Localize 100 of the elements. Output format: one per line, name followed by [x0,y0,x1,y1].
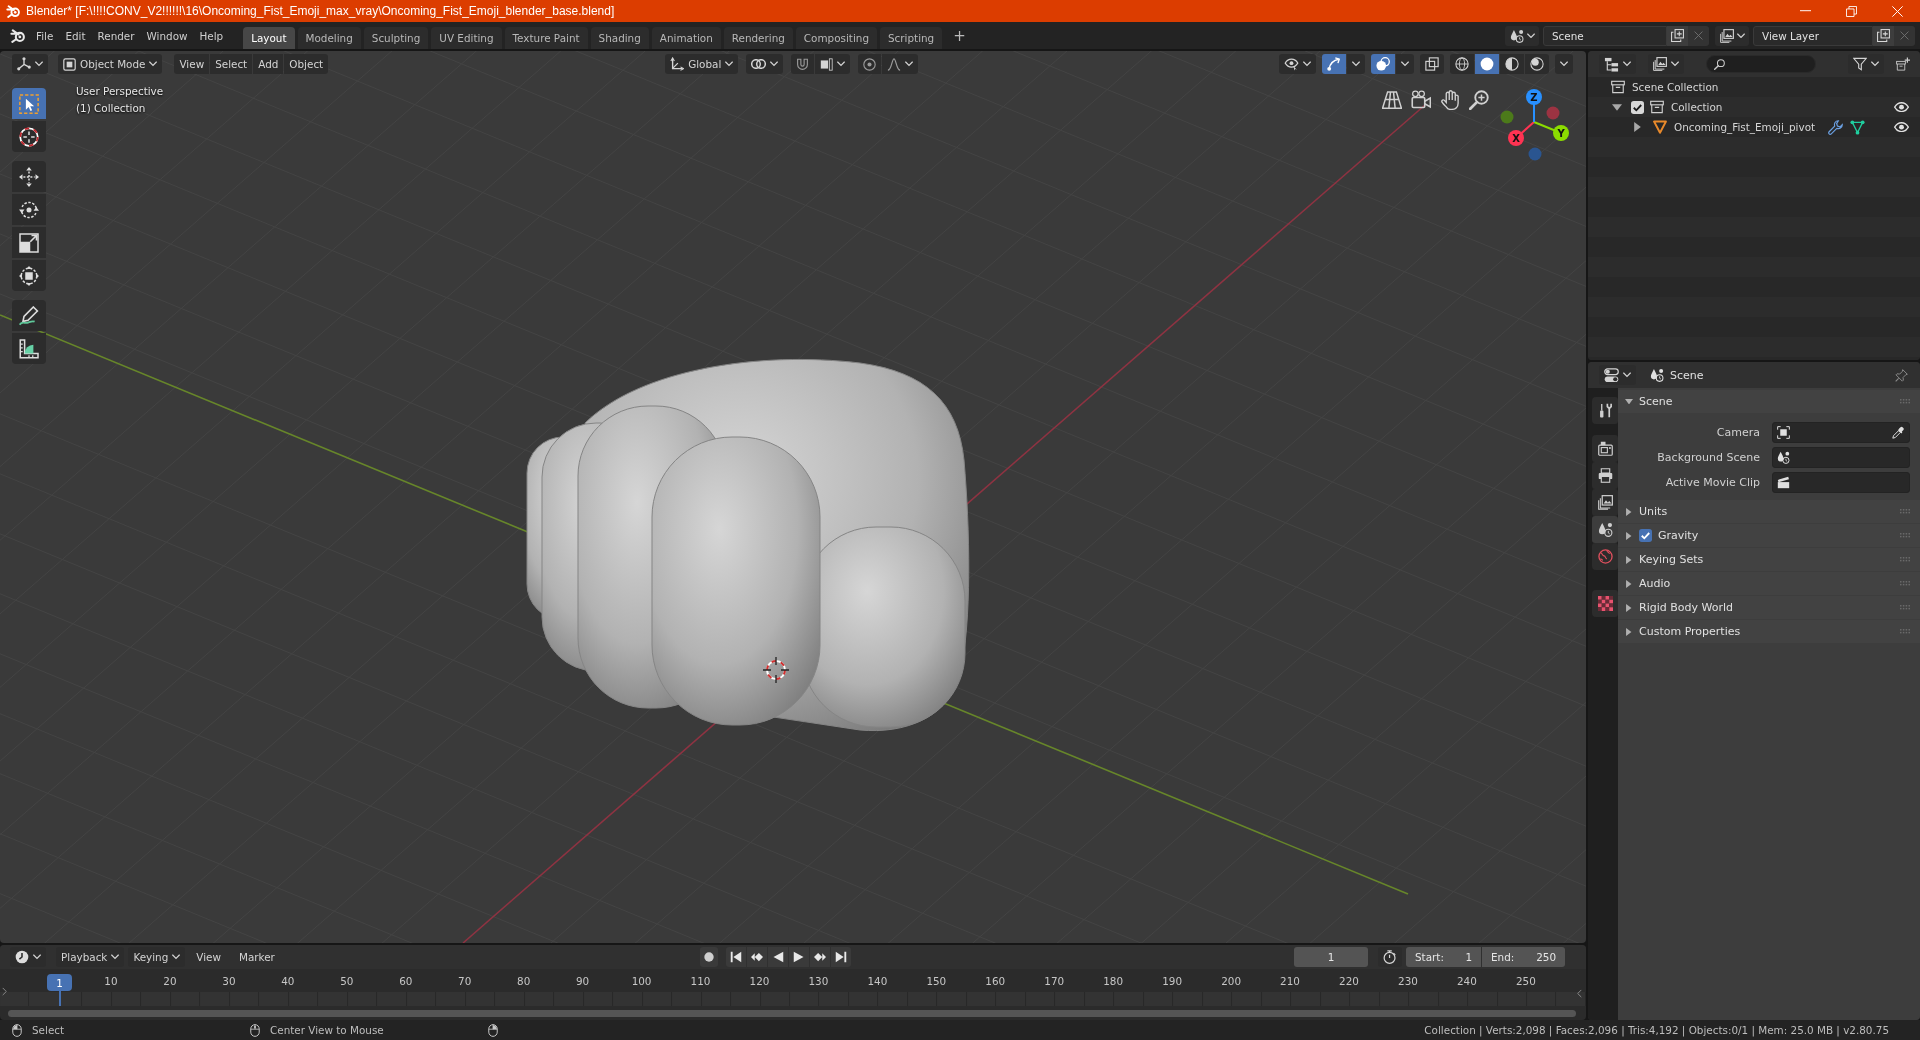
world-tab[interactable] [1592,543,1618,570]
tool-settings-tab[interactable] [1592,397,1618,424]
workspace-tab[interactable]: Scripting [880,27,943,49]
render-tab[interactable] [1592,435,1618,462]
chevron-right-icon[interactable] [2,987,7,996]
snap-target-dropdown[interactable] [815,54,851,74]
outliner-item[interactable]: Oncoming_Fist_Emoji_pivot [1674,121,1816,133]
eye-icon[interactable] [1894,121,1909,133]
panel-header[interactable]: Units [1618,500,1920,523]
y-axis-handle[interactable]: Y [1533,121,1569,141]
jump-to-start-button[interactable] [726,947,746,967]
negative-y-axis-handle[interactable] [1500,110,1514,124]
scene-name-field[interactable]: Scene [1543,25,1667,46]
auto-keying-button[interactable] [700,947,718,967]
workspace-tab[interactable]: Modeling [297,27,361,49]
new-collection-icon[interactable] [1896,57,1910,71]
play-button[interactable] [789,947,809,967]
mode-dropdown[interactable]: Object Mode [58,54,163,74]
menu-item[interactable]: Edit [59,29,92,42]
workspace-tab[interactable]: Animation [651,27,721,49]
outliner-item[interactable]: Collection [1671,101,1723,113]
disclosure-triangle-icon[interactable] [1626,531,1632,540]
panel-header[interactable]: Rigid Body World [1618,596,1920,619]
vertex-triangle-icon[interactable] [1850,119,1865,135]
orientation-dropdown[interactable]: Global [665,54,739,74]
menu-item[interactable]: Select [210,54,253,74]
dropdown-button[interactable] [1396,54,1414,74]
end-frame-field[interactable]: End: 250 [1482,947,1565,967]
proportional-editing-toggle[interactable] [858,54,882,74]
editor-type-dropdown[interactable] [12,54,48,74]
jump-to-end-button[interactable] [831,947,851,967]
disclosure-triangle-icon[interactable] [1612,103,1622,111]
disclosure-triangle-icon[interactable] [1626,627,1632,636]
workspace-tab[interactable]: UV Editing [431,27,502,49]
camera-icon[interactable] [1411,90,1431,110]
disclosure-triangle-icon[interactable] [1626,555,1632,564]
camera-field[interactable] [1772,422,1910,443]
menu-item[interactable]: Object [284,54,329,74]
scene-browse-dropdown[interactable] [1505,25,1539,46]
annotate-tool[interactable] [12,300,46,331]
gizmos-toggle[interactable] [1322,54,1346,74]
menu-dropdown[interactable]: Keying [128,947,186,967]
minimize-icon[interactable] [1799,10,1811,12]
z-axis-handle[interactable]: Z [1526,89,1542,123]
movie-clip-field[interactable] [1772,472,1910,493]
scrollbar[interactable] [8,1009,1576,1017]
cursor-tool[interactable] [12,121,46,152]
search-field[interactable] [1706,55,1816,73]
new-view-layer-button[interactable] [1873,25,1894,46]
disclosure-triangle-icon[interactable] [1626,507,1632,516]
previous-keyframe-button[interactable] [747,947,767,967]
wrench-icon[interactable] [1828,119,1843,135]
move-tool[interactable] [12,161,46,192]
workspace-tab[interactable]: Shading [590,27,649,49]
eye-icon[interactable] [1894,101,1909,113]
workspace-tab[interactable]: Rendering [723,27,793,49]
panel-header[interactable]: Scene [1618,390,1920,413]
restore-icon[interactable] [1845,5,1857,17]
outliner-item[interactable]: Scene Collection [1632,81,1719,93]
menu-item[interactable]: Render [91,29,141,42]
panel-header[interactable]: Custom Properties [1618,620,1920,643]
shading-dropdown[interactable] [1555,54,1573,74]
workspace-tab[interactable]: Texture Paint [504,27,588,49]
pivot-dropdown[interactable] [746,54,784,74]
start-frame-field[interactable]: Start: 1 [1406,947,1481,967]
falloff-dropdown[interactable] [882,54,919,74]
menu-dropdown[interactable]: Playback [56,947,125,967]
texture-tab[interactable] [1592,590,1618,617]
disclosure-triangle-icon[interactable] [1626,603,1632,612]
solid-shading-button[interactable] [1475,54,1499,74]
disclosure-triangle-icon[interactable] [1634,122,1641,132]
overlays-toggle[interactable] [1371,54,1395,74]
checkbox[interactable] [1639,529,1652,542]
view-layer-name-field[interactable]: View Layer [1753,25,1873,46]
view-layer-tab[interactable] [1592,489,1618,516]
scene-field[interactable] [1772,447,1910,468]
rotate-tool[interactable] [12,194,46,225]
current-frame-field[interactable]: 1 [1294,947,1368,967]
workspace-tab[interactable]: Sculpting [363,27,429,49]
menu-item[interactable]: Help [193,29,230,42]
menu-item[interactable]: View [189,951,228,963]
chevron-left-icon[interactable] [1577,989,1582,998]
menu-item[interactable]: View [174,54,210,74]
editor-type-dropdown[interactable] [1599,365,1636,385]
panel-header[interactable]: Audio [1618,572,1920,595]
workspace-tab[interactable]: Layout [243,27,295,49]
eyedropper-icon[interactable] [1892,426,1905,439]
material-preview-button[interactable] [1500,54,1524,74]
panel-header[interactable]: Keying Sets [1618,548,1920,571]
preview-range-toggle[interactable] [1378,947,1402,967]
play-reverse-button[interactable] [768,947,788,967]
disclosure-triangle-icon[interactable] [1626,579,1632,588]
x-axis-handle[interactable]: X [1508,121,1535,146]
pin-icon[interactable] [1895,368,1908,382]
add-workspace-button[interactable]: + [945,26,974,45]
editor-type-dropdown[interactable] [10,947,46,967]
app-logo-icon[interactable] [10,28,25,43]
wireframe-shading-button[interactable] [1450,54,1474,74]
menu-item[interactable]: Add [253,54,284,74]
measure-tool[interactable] [12,333,46,364]
